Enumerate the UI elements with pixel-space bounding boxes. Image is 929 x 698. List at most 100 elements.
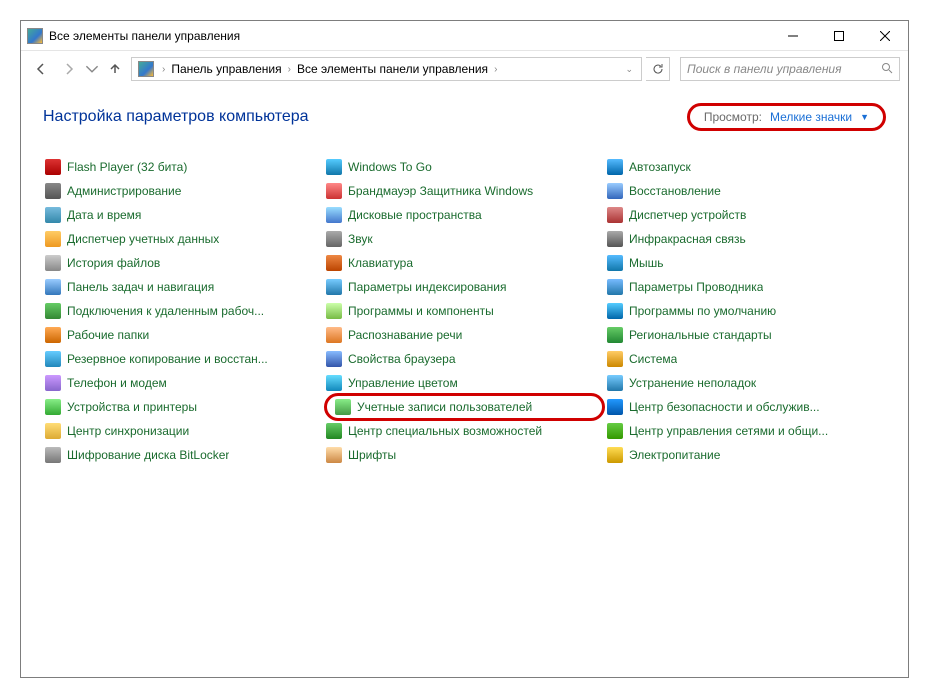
storage-spaces-icon	[326, 207, 342, 223]
cp-item-infrared[interactable]: Инфракрасная связь	[605, 227, 886, 251]
cp-item-recovery[interactable]: Восстановление	[605, 179, 886, 203]
indexing-options-icon	[326, 279, 342, 295]
speech-recognition-icon	[326, 327, 342, 343]
cp-item-color-management[interactable]: Управление цветом	[324, 371, 605, 395]
windows-to-go-icon	[326, 159, 342, 175]
cp-item-devices-printers[interactable]: Устройства и принтеры	[43, 395, 324, 419]
cp-item-flash-player[interactable]: Flash Player (32 бита)	[43, 155, 324, 179]
address-bar[interactable]: › Панель управления › Все элементы панел…	[131, 57, 642, 81]
cp-item-windows-to-go[interactable]: Windows To Go	[324, 155, 605, 179]
back-button[interactable]	[29, 57, 53, 81]
cp-item-label: Шрифты	[348, 448, 396, 462]
cp-item-label: Программы по умолчанию	[629, 304, 776, 318]
mouse-icon	[607, 255, 623, 271]
taskbar-nav-icon	[45, 279, 61, 295]
chevron-right-icon: ›	[158, 64, 169, 75]
cp-item-file-history[interactable]: История файлов	[43, 251, 324, 275]
cp-item-bitlocker[interactable]: Шифрование диска BitLocker	[43, 443, 324, 467]
defender-firewall-icon	[326, 183, 342, 199]
cp-item-label: Шифрование диска BitLocker	[67, 448, 229, 462]
view-by-control[interactable]: Просмотр: Мелкие значки ▼	[687, 103, 886, 131]
cp-item-keyboard[interactable]: Клавиатура	[324, 251, 605, 275]
default-programs-icon	[607, 303, 623, 319]
cp-item-administration[interactable]: Администрирование	[43, 179, 324, 203]
cp-item-work-folders[interactable]: Рабочие папки	[43, 323, 324, 347]
titlebar: Все элементы панели управления	[21, 21, 908, 51]
cp-item-indexing-options[interactable]: Параметры индексирования	[324, 275, 605, 299]
cp-item-default-programs[interactable]: Программы по умолчанию	[605, 299, 886, 323]
cp-item-network-sharing[interactable]: Центр управления сетями и общи...	[605, 419, 886, 443]
view-value: Мелкие значки	[770, 110, 852, 124]
cp-item-date-time[interactable]: Дата и время	[43, 203, 324, 227]
cp-item-label: Flash Player (32 бита)	[67, 160, 187, 174]
up-button[interactable]	[103, 57, 127, 81]
cp-item-phone-modem[interactable]: Телефон и модем	[43, 371, 324, 395]
region-icon	[607, 327, 623, 343]
cp-item-label: Программы и компоненты	[348, 304, 494, 318]
cp-item-label: История файлов	[67, 256, 160, 270]
cp-item-label: Система	[629, 352, 677, 366]
maximize-button[interactable]	[816, 21, 862, 50]
cp-item-system[interactable]: Система	[605, 347, 886, 371]
cp-item-label: Звук	[348, 232, 373, 246]
cp-item-label: Распознавание речи	[348, 328, 462, 342]
cp-item-troubleshooting[interactable]: Устранение неполадок	[605, 371, 886, 395]
cp-item-defender-firewall[interactable]: Брандмауэр Защитника Windows	[324, 179, 605, 203]
cp-item-backup-restore[interactable]: Резервное копирование и восстан...	[43, 347, 324, 371]
cp-item-label: Брандмауэр Защитника Windows	[348, 184, 533, 198]
search-icon	[881, 62, 893, 77]
chevron-right-icon: ›	[284, 64, 295, 75]
cp-item-mouse[interactable]: Мышь	[605, 251, 886, 275]
sync-center-icon	[45, 423, 61, 439]
cp-item-label: Резервное копирование и восстан...	[67, 352, 268, 366]
device-manager-icon	[607, 207, 623, 223]
cp-item-power-options[interactable]: Электропитание	[605, 443, 886, 467]
forward-button[interactable]	[57, 57, 81, 81]
page-title: Настройка параметров компьютера	[43, 108, 687, 126]
infrared-icon	[607, 231, 623, 247]
recent-dropdown[interactable]	[85, 57, 99, 81]
cp-item-user-accounts[interactable]: Учетные записи пользователей	[324, 393, 605, 421]
cp-item-label: Параметры Проводника	[629, 280, 763, 294]
cp-item-credential-manager[interactable]: Диспетчер учетных данных	[43, 227, 324, 251]
cp-item-explorer-options[interactable]: Параметры Проводника	[605, 275, 886, 299]
address-dropdown-icon[interactable]: ⌄	[619, 64, 639, 75]
cp-item-remote-desktop[interactable]: Подключения к удаленным рабоч...	[43, 299, 324, 323]
close-button[interactable]	[862, 21, 908, 50]
cp-item-internet-options[interactable]: Свойства браузера	[324, 347, 605, 371]
cp-item-programs-features[interactable]: Программы и компоненты	[324, 299, 605, 323]
refresh-button[interactable]	[646, 57, 670, 81]
control-panel-icon	[27, 28, 43, 44]
breadcrumb-item[interactable]: Панель управления	[169, 62, 283, 76]
cp-item-taskbar-nav[interactable]: Панель задач и навигация	[43, 275, 324, 299]
cp-item-ease-of-access[interactable]: Центр специальных возможностей	[324, 419, 605, 443]
keyboard-icon	[326, 255, 342, 271]
cp-item-label: Учетные записи пользователей	[357, 400, 532, 414]
cp-item-label: Управление цветом	[348, 376, 458, 390]
minimize-button[interactable]	[770, 21, 816, 50]
cp-item-sync-center[interactable]: Центр синхронизации	[43, 419, 324, 443]
cp-item-label: Рабочие папки	[67, 328, 149, 342]
color-management-icon	[326, 375, 342, 391]
cp-item-security-maintenance[interactable]: Центр безопасности и обслужив...	[605, 395, 886, 419]
cp-item-region[interactable]: Региональные стандарты	[605, 323, 886, 347]
cp-item-autoplay[interactable]: Автозапуск	[605, 155, 886, 179]
content-area: Настройка параметров компьютера Просмотр…	[21, 87, 908, 677]
cp-item-label: Центр специальных возможностей	[348, 424, 542, 438]
control-panel-icon	[138, 61, 154, 77]
cp-item-storage-spaces[interactable]: Дисковые пространства	[324, 203, 605, 227]
cp-item-speech-recognition[interactable]: Распознавание речи	[324, 323, 605, 347]
cp-item-fonts[interactable]: Шрифты	[324, 443, 605, 467]
breadcrumb-item[interactable]: Все элементы панели управления	[295, 62, 490, 76]
credential-manager-icon	[45, 231, 61, 247]
flash-player-icon	[45, 159, 61, 175]
view-label: Просмотр:	[704, 110, 762, 124]
power-options-icon	[607, 447, 623, 463]
cp-item-sound[interactable]: Звук	[324, 227, 605, 251]
chevron-right-icon: ›	[490, 64, 501, 75]
search-input[interactable]: Поиск в панели управления	[680, 57, 900, 81]
sound-icon	[326, 231, 342, 247]
cp-item-label: Инфракрасная связь	[629, 232, 746, 246]
cp-item-device-manager[interactable]: Диспетчер устройств	[605, 203, 886, 227]
cp-item-label: Windows To Go	[348, 160, 432, 174]
